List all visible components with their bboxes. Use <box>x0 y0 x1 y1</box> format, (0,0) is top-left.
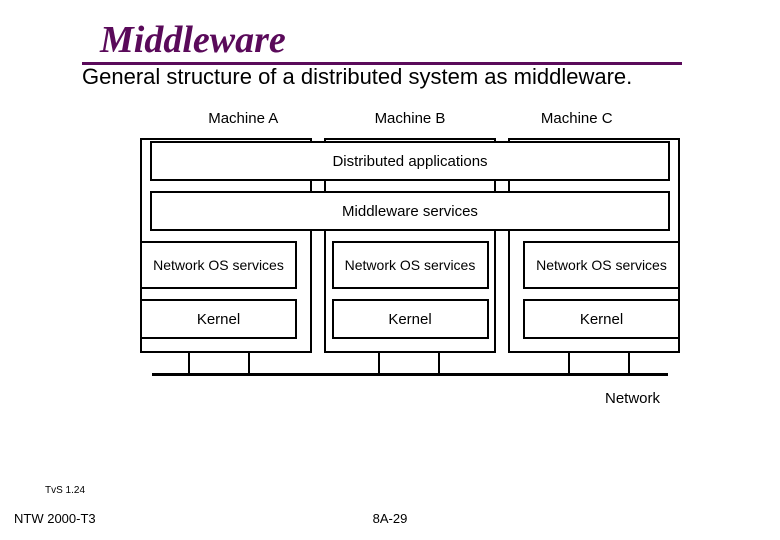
connector-c-left <box>568 353 570 373</box>
network-label: Network <box>605 390 660 407</box>
footer-center: 8A-29 <box>373 511 408 526</box>
network-connectors <box>140 353 680 383</box>
connector-b-left <box>378 353 380 373</box>
machine-b-label: Machine B <box>327 110 494 127</box>
footer-left: NTW 2000-T3 <box>14 511 96 526</box>
kernel-row: Kernel Kernel Kernel <box>140 299 680 339</box>
connector-c-right <box>628 353 630 373</box>
architecture-diagram: Machine A Machine B Machine C Distribute… <box>140 110 680 430</box>
network-os-row: Network OS services Network OS services … <box>140 241 680 289</box>
network-bus-line <box>152 373 668 376</box>
middleware-services-layer: Middleware services <box>150 191 670 231</box>
reference-label: TvS 1.24 <box>45 485 85 496</box>
slide-title: Middleware <box>100 18 286 62</box>
kernel-a: Kernel <box>140 299 297 339</box>
network-os-b: Network OS services <box>332 241 489 289</box>
machine-a-label: Machine A <box>160 110 327 127</box>
connector-a-right <box>248 353 250 373</box>
kernel-c: Kernel <box>523 299 680 339</box>
distributed-applications-layer: Distributed applications <box>150 141 670 181</box>
machine-labels-row: Machine A Machine B Machine C <box>140 110 680 127</box>
connector-a-left <box>188 353 190 373</box>
network-os-c: Network OS services <box>523 241 680 289</box>
network-os-a: Network OS services <box>140 241 297 289</box>
kernel-b: Kernel <box>332 299 489 339</box>
connector-b-right <box>438 353 440 373</box>
machine-c-label: Machine C <box>494 110 661 127</box>
slide-subtitle: General structure of a distributed syste… <box>82 64 632 90</box>
